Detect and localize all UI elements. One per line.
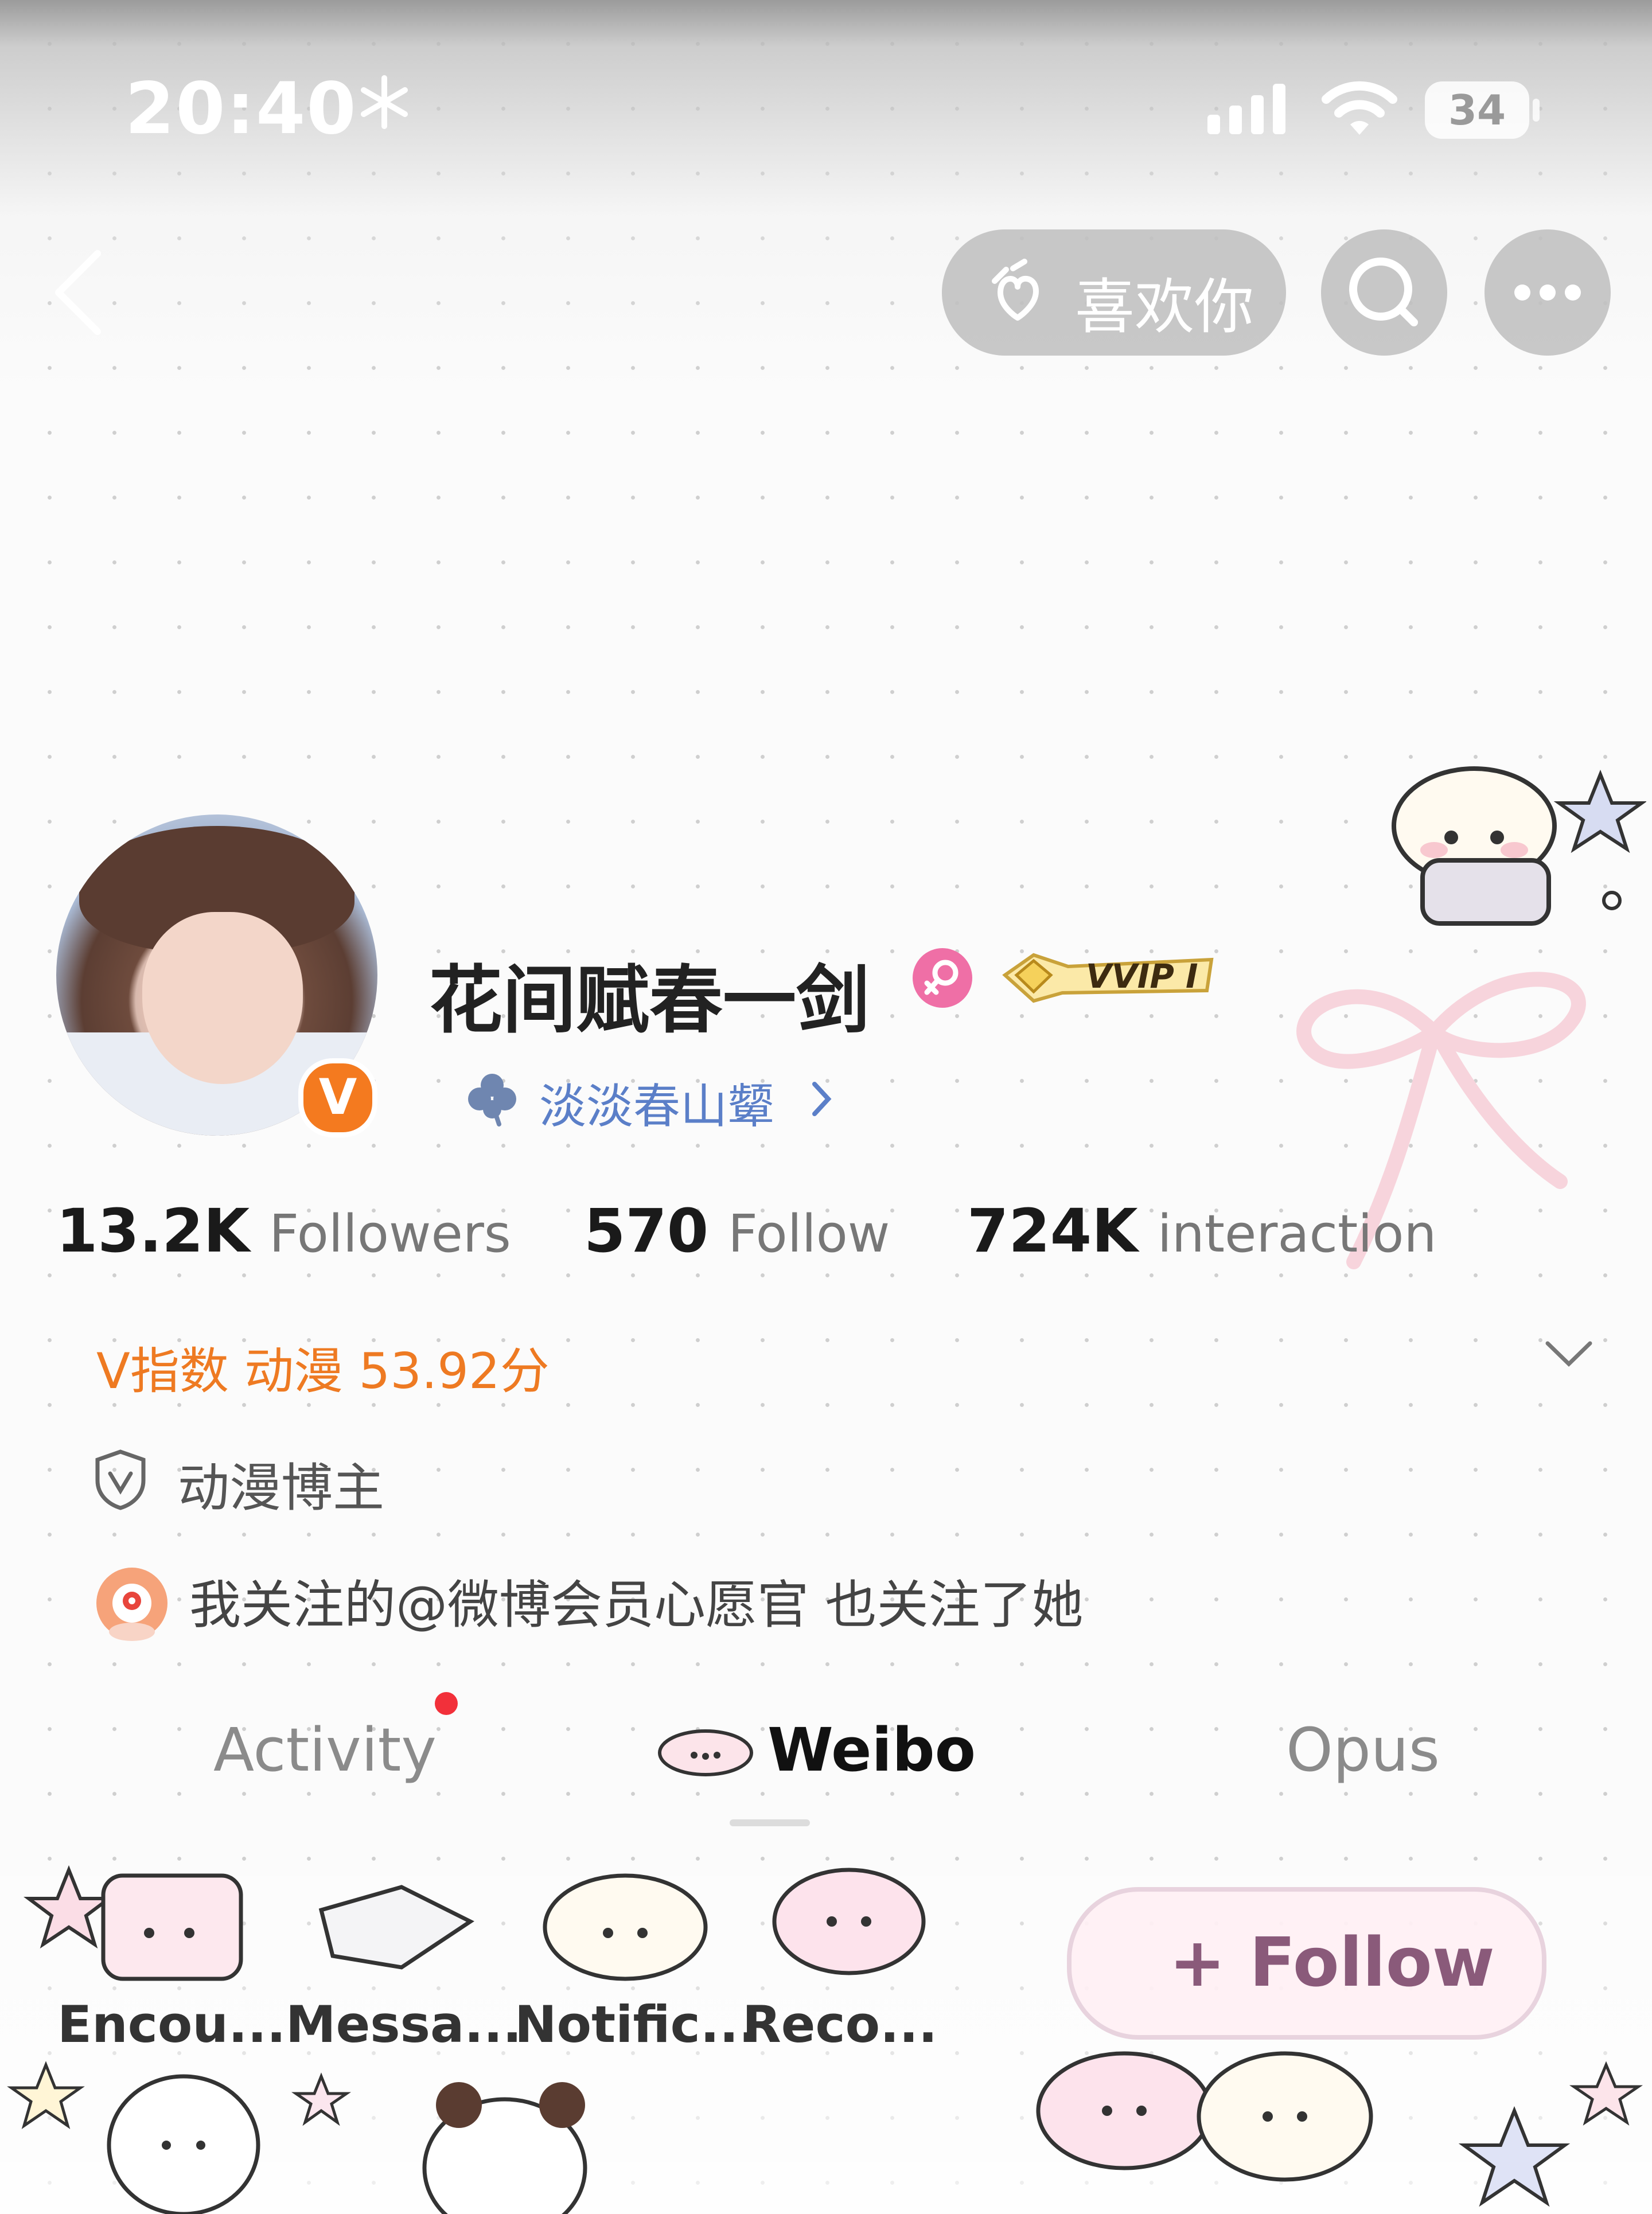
stat-interaction[interactable]: 724K interaction (967, 1196, 1436, 1266)
stat-follow[interactable]: 570 Follow (584, 1196, 890, 1266)
bottom-item-recommend[interactable]: Reco... (742, 1995, 937, 2054)
follow-button[interactable]: + Follow (1067, 1887, 1546, 2040)
hand-heart-icon (992, 259, 1039, 321)
bottom-item-notifications[interactable]: Notific... (515, 1995, 758, 2054)
more-button[interactable] (1485, 229, 1611, 356)
search-icon (1349, 258, 1418, 326)
mutual-follow-text: 我关注的@微博会员心愿官 也关注了她 (189, 1575, 1084, 1635)
bottom-item-message[interactable]: Messa... (286, 1995, 522, 2054)
mascot-tab-icon (658, 1729, 753, 1776)
tab-weibo[interactable]: Weibo (767, 1715, 976, 1785)
tab-activity[interactable]: Activity (213, 1715, 437, 1785)
more-icon (1514, 284, 1581, 301)
tab-opus[interactable]: Opus (1286, 1715, 1440, 1785)
mascot-avatar-icon (96, 1568, 167, 1641)
chevron-down-icon[interactable] (1543, 1336, 1595, 1371)
verified-badge: V (298, 1058, 377, 1137)
stat-followers[interactable]: 13.2K Followers (56, 1196, 511, 1266)
chevron-right-icon (812, 1082, 832, 1116)
clover-icon (468, 1074, 516, 1127)
battery-tip (1533, 99, 1540, 122)
gender-female-icon (913, 948, 972, 1008)
status-time: 20:40 (125, 68, 357, 150)
category-row: 动漫博主 (92, 1448, 384, 1518)
bottom-item-encounter[interactable]: Encou... (57, 1995, 286, 2054)
v-index[interactable]: V指数 动漫 53.92分 (96, 1331, 550, 1402)
search-button[interactable] (1321, 229, 1447, 356)
profile-name: 花间赋春一剑 (429, 958, 870, 1043)
tab-indicator (730, 1819, 810, 1826)
battery-indicator: 34 (1425, 81, 1529, 139)
snowflake-icon (361, 75, 408, 129)
mutual-follow-row[interactable]: 我关注的@微博会员心愿官 也关注了她 (92, 1563, 1084, 1646)
shield-v-icon (95, 1449, 146, 1510)
category-text: 动漫博主 (178, 1458, 384, 1518)
mascot-cup-sticker (1392, 766, 1646, 926)
vvip-label: VVIP I (1086, 957, 1198, 996)
bottom-right-stickers (1036, 2051, 1643, 2207)
like-you-button[interactable]: 喜欢你 (942, 229, 1286, 356)
follow-button-label: + Follow (1169, 1923, 1495, 2002)
back-icon[interactable] (46, 247, 109, 338)
notification-dot (435, 1692, 458, 1715)
signal-icon (1207, 84, 1285, 134)
like-you-label: 喜欢你 (1075, 272, 1254, 342)
subtitle-text: 淡淡春山颦 (539, 1079, 775, 1134)
wifi-icon (1322, 81, 1397, 135)
